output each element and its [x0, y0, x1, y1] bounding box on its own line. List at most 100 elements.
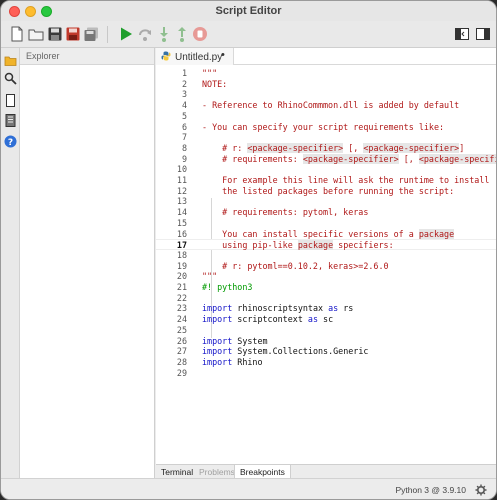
- code-editor[interactable]: 1 """ 2 NOTE: 3 4 - Reference to RhinoCommmon.…: [156, 65, 496, 464]
- editor-tab-label: Untitled.py: [175, 52, 223, 63]
- line-number: 5: [181, 110, 187, 121]
- editor-tab-untitled[interactable]: Untitled.py •: [156, 48, 234, 65]
- tab-terminal[interactable]: Terminal: [156, 465, 198, 478]
- code-line[interactable]: 14 # requirements: pytoml, keras: [156, 207, 496, 218]
- code-line[interactable]: 11 For example this line will ask the ru…: [156, 175, 496, 186]
- code-token: NOTE:: [202, 78, 228, 89]
- code-line[interactable]: 18: [156, 250, 496, 261]
- save-icon[interactable]: [47, 26, 63, 42]
- code-token: as: [328, 303, 339, 314]
- line-number: 20: [176, 271, 187, 282]
- line-number: 9: [181, 153, 187, 164]
- line-number: 13: [176, 196, 187, 207]
- editor-tab-bar: Untitled.py •: [156, 48, 496, 65]
- code-line[interactable]: 20 """: [156, 271, 496, 282]
- code-line[interactable]: 27 import System.Collections.Generic: [156, 346, 496, 357]
- code-line[interactable]: 21 #! python3: [156, 282, 496, 293]
- code-token: sc: [318, 314, 334, 325]
- code-token: Rhino: [232, 356, 263, 367]
- code-token: """: [202, 68, 218, 78]
- code-line[interactable]: 7: [156, 132, 496, 143]
- run-icon[interactable]: [118, 26, 134, 42]
- code-text: import System: [202, 336, 268, 347]
- code-text: the listed packages before running the s…: [202, 186, 454, 197]
- code-line[interactable]: 1 """: [156, 68, 496, 79]
- line-number: 10: [176, 164, 187, 175]
- line-number: 4: [181, 100, 187, 111]
- code-line[interactable]: 10: [156, 164, 496, 175]
- code-line[interactable]: 8 # r: <package-specifier> [, <package-s…: [156, 142, 496, 154]
- code-line[interactable]: 6 - You can specify your script requireme…: [156, 121, 496, 133]
- code-line[interactable]: 13: [156, 196, 496, 207]
- code-line[interactable]: 22: [156, 293, 496, 304]
- library-icon[interactable]: [4, 114, 17, 127]
- code-token: - You can specify your script requiremen…: [202, 121, 445, 132]
- folder-icon[interactable]: [4, 54, 17, 67]
- code-token: rhinoscriptsyntax: [232, 303, 329, 314]
- line-number: 7: [181, 132, 187, 143]
- step-over-icon[interactable]: [137, 26, 153, 42]
- line-number: 1: [181, 68, 187, 78]
- line-number: 29: [176, 367, 187, 378]
- tab-breakpoints[interactable]: Breakpoints: [234, 465, 291, 478]
- code-token: # r: pytoml==0.10.2, keras>=2.6.0: [202, 260, 389, 271]
- python-file-icon: [161, 51, 171, 61]
- toggle-sidebar-icon[interactable]: [475, 26, 491, 42]
- code-line[interactable]: 19 # r: pytoml==0.10.2, keras>=2.6.0: [156, 260, 496, 272]
- code-token: rs: [338, 303, 354, 314]
- highlighted-token: <package-specifier>: [247, 142, 344, 153]
- code-token: # requirements:: [202, 153, 303, 164]
- code-token: #! python3: [202, 282, 253, 292]
- line-number: 24: [176, 314, 187, 325]
- code-text: """: [202, 271, 217, 282]
- code-text: You can install specific versions of a p…: [202, 228, 455, 240]
- code-line[interactable]: 15: [156, 218, 496, 229]
- line-number: 27: [176, 346, 187, 357]
- highlighted-token: <package-specifier>: [363, 142, 460, 153]
- document-icon[interactable]: [4, 94, 17, 107]
- toolbar: [1, 21, 496, 48]
- new-file-icon[interactable]: [9, 26, 25, 42]
- step-into-icon[interactable]: [156, 26, 172, 42]
- save-all-icon[interactable]: [83, 26, 99, 42]
- line-number: 16: [176, 228, 187, 239]
- code-token: """: [202, 271, 218, 282]
- save-as-icon[interactable]: [65, 26, 81, 42]
- code-token: import: [202, 303, 233, 314]
- search-icon[interactable]: [4, 72, 17, 85]
- code-text: - Reference to RhinoCommmon.dll is added…: [202, 100, 459, 111]
- code-text: # r: <package-specifier> [, <package-spe…: [202, 142, 464, 154]
- step-out-icon[interactable]: [174, 26, 190, 42]
- open-file-icon[interactable]: [28, 26, 44, 42]
- code-text: # requirements: <package-specifier> [, <…: [202, 153, 496, 165]
- code-line[interactable]: 12 the listed packages before running th…: [156, 186, 496, 197]
- code-text: import rhinoscriptsyntax as rs: [202, 303, 353, 314]
- stop-icon[interactable]: [192, 26, 208, 42]
- title-bar[interactable]: Script Editor: [1, 1, 496, 21]
- code-line[interactable]: 23 import rhinoscriptsyntax as rs: [156, 303, 496, 314]
- code-line[interactable]: 26 import System: [156, 335, 496, 347]
- line-number: 3: [181, 89, 187, 100]
- gear-icon[interactable]: [475, 484, 487, 496]
- toggle-panel-icon[interactable]: [454, 26, 470, 42]
- code-line[interactable]: 28 import Rhino: [156, 356, 496, 368]
- code-line[interactable]: 5: [156, 110, 496, 122]
- python-runtime-status[interactable]: Python 3 @ 3.9.10: [395, 485, 466, 495]
- code-line[interactable]: 29: [156, 367, 496, 379]
- help-icon[interactable]: ?: [4, 135, 17, 148]
- code-line[interactable]: 24 import scriptcontext as sc: [156, 314, 496, 325]
- code-line[interactable]: 16 You can install specific versions of …: [156, 228, 496, 240]
- code-line[interactable]: 2 NOTE:: [156, 78, 496, 90]
- code-line[interactable]: 25: [156, 325, 496, 336]
- highlighted-token: <package-specifier>: [418, 153, 496, 164]
- line-number: 2: [181, 78, 187, 89]
- code-line[interactable]: 3: [156, 89, 496, 100]
- code-line[interactable]: 17 using pip-like package specifiers:: [156, 239, 496, 251]
- code-token: specifiers:: [333, 240, 394, 251]
- code-token: scriptcontext: [232, 314, 308, 325]
- explorer-panel: Explorer: [20, 48, 155, 491]
- code-line[interactable]: 4 - Reference to RhinoCommmon.dll is adde…: [156, 100, 496, 111]
- code-line[interactable]: 9 # requirements: <package-specifier> [,…: [156, 153, 496, 165]
- line-number: 26: [176, 335, 187, 346]
- line-number: 11: [176, 175, 187, 185]
